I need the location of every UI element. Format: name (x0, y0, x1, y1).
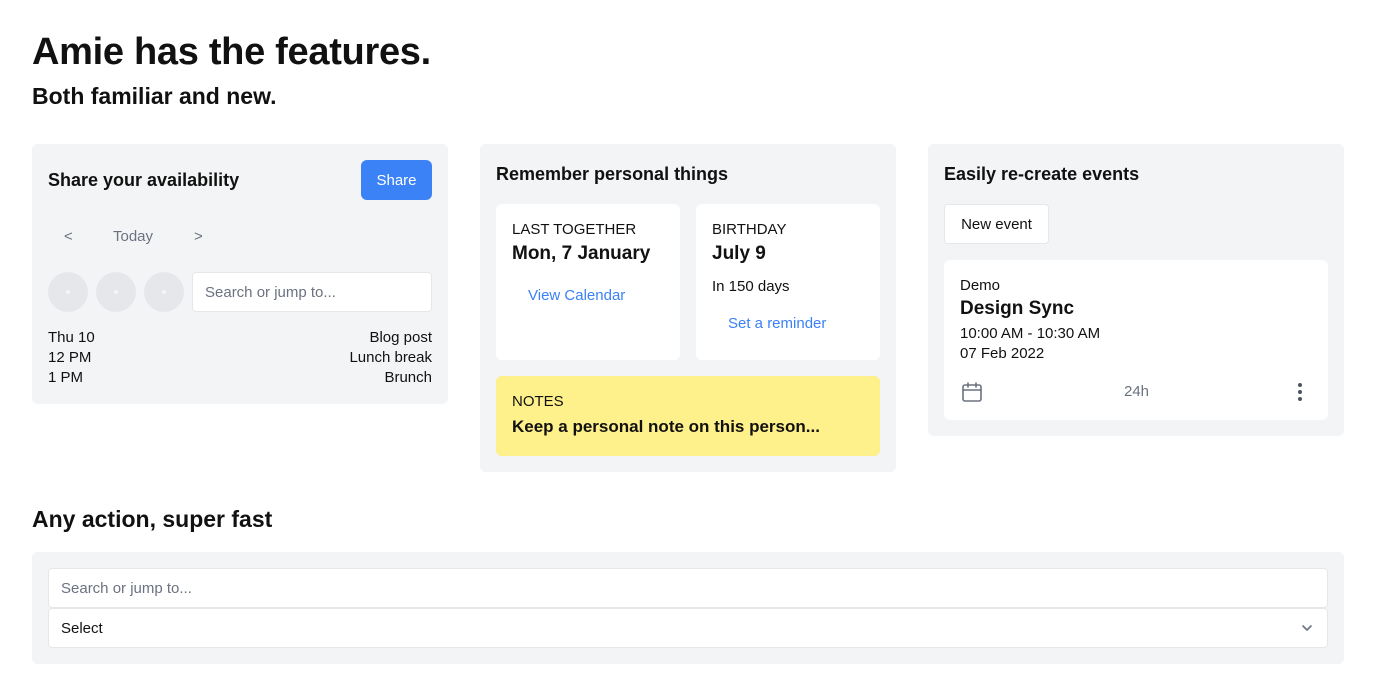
last-together-label: LAST TOGETHER (512, 221, 637, 238)
availability-card: Share your availability Share < Today > … (32, 144, 448, 404)
last-together-value: Mon, 7 January (512, 243, 651, 264)
availability-search-input[interactable] (192, 272, 432, 312)
new-event-button[interactable]: New event (944, 204, 1049, 244)
availability-title: Share your availability (48, 170, 240, 190)
chevron-down-icon (1302, 625, 1312, 631)
view-calendar-link[interactable]: View Calendar (528, 286, 625, 306)
personal-card: Remember personal things LAST TOGETHER M… (480, 144, 896, 472)
schedule-row: 12 PM Lunch break (48, 348, 432, 368)
page-subtitle: Both familiar and new. (32, 83, 277, 109)
personal-title: Remember personal things (496, 164, 729, 184)
avatar[interactable] (144, 272, 184, 312)
event-time: 10:00 AM - 10:30 AM (960, 325, 1101, 342)
event-duration: 24h (1124, 383, 1150, 400)
birthday-countdown: In 150 days (712, 278, 790, 295)
schedule-row: 1 PM Brunch (48, 368, 432, 388)
birthday-card: BIRTHDAY July 9 In 150 days Set a remind… (696, 204, 880, 360)
event-title: Design Sync (960, 298, 1075, 319)
share-button[interactable]: Share (361, 160, 432, 200)
calendar-icon[interactable] (960, 380, 984, 404)
schedule-time: Thu 10 (48, 329, 95, 346)
schedule-event: Brunch (384, 369, 432, 386)
next-day-button[interactable]: > (194, 227, 203, 247)
actions-search-input[interactable] (48, 568, 1328, 608)
event-label: Demo (960, 277, 1001, 294)
last-together-card: LAST TOGETHER Mon, 7 January View Calend… (496, 204, 680, 360)
event-item[interactable]: Demo Design Sync 10:00 AM - 10:30 AM 07 … (944, 260, 1328, 420)
action-select[interactable]: Select (48, 608, 1328, 648)
notes-text: Keep a personal note on this person... (512, 417, 820, 436)
avatar[interactable] (48, 272, 88, 312)
prev-day-button[interactable]: < (64, 227, 73, 247)
birthday-label: BIRTHDAY (712, 221, 787, 238)
actions-card: Select (32, 552, 1344, 664)
schedule-time: 1 PM (48, 369, 84, 386)
schedule-row: Thu 10 Blog post (48, 328, 432, 348)
action-select-value: Select (61, 619, 103, 637)
schedule-event: Blog post (369, 329, 432, 346)
actions-title: Any action, super fast (32, 506, 273, 532)
avatar[interactable] (96, 272, 136, 312)
page-title: Amie has the features. (32, 31, 431, 73)
schedule-time: 12 PM (48, 349, 92, 366)
events-card: Easily re-create events New event Demo D… (928, 144, 1344, 436)
notes-card[interactable]: NOTES Keep a personal note on this perso… (496, 376, 880, 456)
page: Amie has the features. Both familiar and… (0, 0, 1376, 696)
schedule-event: Lunch break (349, 349, 432, 366)
events-title: Easily re-create events (944, 164, 1140, 184)
set-reminder-link[interactable]: Set a reminder (728, 314, 826, 334)
more-vertical-icon[interactable] (1288, 380, 1312, 404)
event-date: 07 Feb 2022 (960, 345, 1045, 362)
notes-label: NOTES (512, 393, 564, 410)
birthday-value: July 9 (712, 243, 766, 264)
today-button[interactable]: Today (113, 227, 153, 247)
